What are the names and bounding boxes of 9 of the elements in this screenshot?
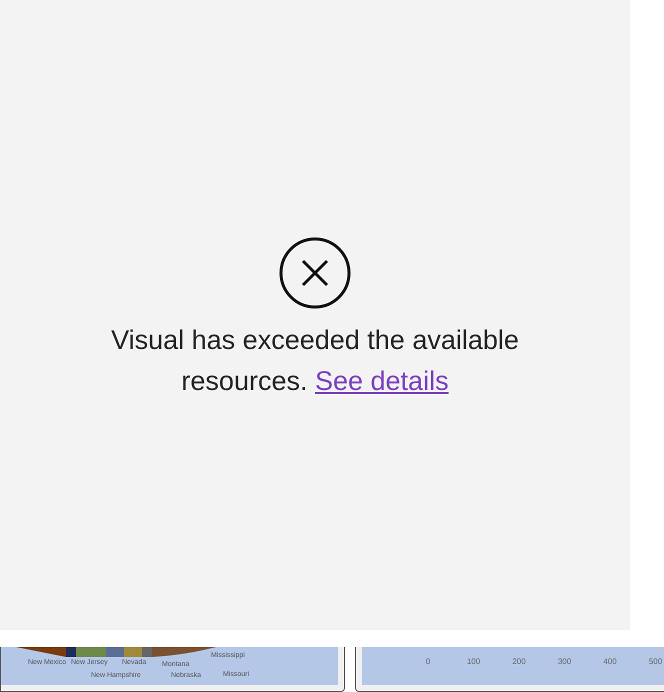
axis-tick-label: 100 xyxy=(466,657,480,667)
error-message: Visual has exceeded the available resources. See details xyxy=(110,324,520,398)
axis-tick-label: 300 xyxy=(558,657,572,667)
axis-tick-label: 400 xyxy=(603,657,617,667)
axis-tick-label: 500 xyxy=(648,657,662,667)
axis-tick-label: 0 xyxy=(426,657,430,667)
see-details-link[interactable]: See details xyxy=(314,366,449,396)
axis-tick-label: 200 xyxy=(512,657,526,667)
error-icon xyxy=(278,236,352,310)
